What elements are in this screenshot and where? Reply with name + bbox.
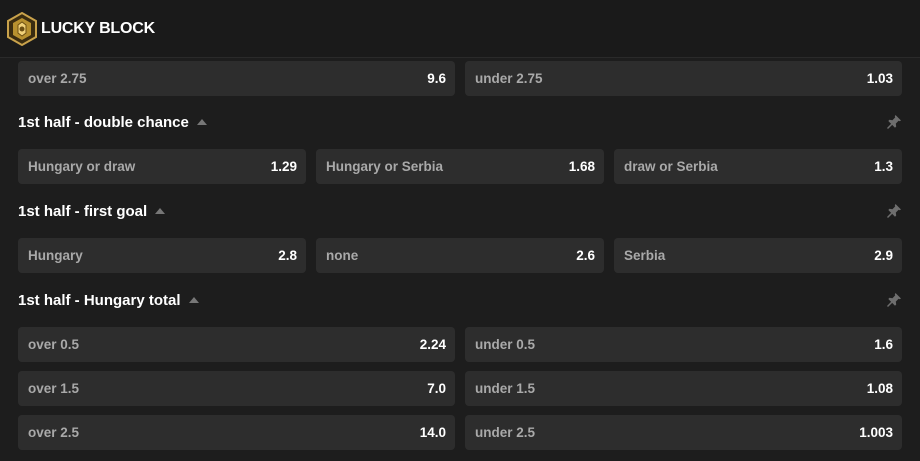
market-title: 1st half - first goal: [18, 202, 148, 220]
odds-label: over 2.75: [28, 71, 87, 86]
market-row: over 2.75 9.6 under 2.75 1.03: [18, 61, 902, 96]
top-bar: LUCKY BLOCK: [0, 0, 920, 58]
odds-label: under 1.5: [475, 381, 536, 396]
market-title: 1st half - Hungary total: [18, 291, 181, 309]
market-header-double-chance[interactable]: 1st half - double chance: [18, 110, 902, 134]
market-title: 1st half - double chance: [18, 113, 189, 131]
caret-up-icon[interactable]: [196, 119, 207, 125]
odds-button[interactable]: over 2.75 9.6: [18, 61, 455, 96]
odds-value: 1.3: [874, 159, 893, 174]
caret-up-icon[interactable]: [155, 208, 166, 214]
odds-button[interactable]: over 0.5 2.24: [18, 327, 455, 362]
market-row: Hungary or draw 1.29 Hungary or Serbia 1…: [18, 149, 902, 184]
odds-label: Hungary: [28, 248, 83, 263]
odds-label: over 0.5: [28, 337, 80, 352]
odds-button[interactable]: under 0.5 1.6: [465, 327, 902, 362]
lucky-block-logo-icon: [7, 11, 37, 46]
odds-value: 2.9: [874, 248, 893, 263]
odds-label: over 1.5: [28, 381, 80, 396]
odds-button[interactable]: over 1.5 7.0: [18, 371, 455, 406]
odds-label: under 0.5: [475, 337, 536, 352]
odds-value: 14.0: [419, 425, 446, 440]
pin-icon[interactable]: [886, 292, 902, 308]
odds-value: 1.6: [874, 337, 893, 352]
markets-list: over 2.75 9.6 under 2.75 1.03 1st half -…: [0, 58, 920, 461]
brand-name: LUCKY BLOCK: [41, 19, 155, 37]
odds-button[interactable]: Hungary or draw 1.29: [18, 149, 306, 184]
market-row: Hungary 2.8 none 2.6 Serbia 2.9: [18, 238, 902, 273]
market-row: over 0.5 2.24 under 0.5 1.6: [18, 327, 902, 362]
odds-label: under 2.75: [475, 71, 543, 86]
odds-button[interactable]: over 2.5 14.0: [18, 415, 455, 450]
odds-button[interactable]: Serbia 2.9: [614, 238, 902, 273]
odds-value: 2.24: [419, 337, 446, 352]
odds-value: 1.68: [568, 159, 595, 174]
brand-logo[interactable]: LUCKY BLOCK: [6, 11, 155, 46]
pin-icon[interactable]: [886, 114, 902, 130]
odds-value: 1.08: [866, 381, 893, 396]
odds-label: Hungary or Serbia: [326, 159, 444, 174]
odds-value: 2.6: [576, 248, 595, 263]
odds-label: under 2.5: [475, 425, 536, 440]
odds-button[interactable]: Hungary or Serbia 1.68: [316, 149, 604, 184]
odds-button[interactable]: Hungary 2.8: [18, 238, 306, 273]
market-row: over 1.5 7.0 under 1.5 1.08: [18, 371, 902, 406]
market-header-hungary-total[interactable]: 1st half - Hungary total: [18, 288, 902, 312]
odds-label: Serbia: [624, 248, 666, 263]
odds-button[interactable]: under 2.5 1.003: [465, 415, 902, 450]
market-header-first-goal[interactable]: 1st half - first goal: [18, 199, 902, 223]
caret-up-icon[interactable]: [188, 297, 199, 303]
odds-button[interactable]: under 2.75 1.03: [465, 61, 902, 96]
odds-label: Hungary or draw: [28, 159, 136, 174]
odds-value: 9.6: [427, 71, 446, 86]
odds-button[interactable]: under 1.5 1.08: [465, 371, 902, 406]
odds-value: 1.03: [866, 71, 893, 86]
odds-value: 1.003: [859, 425, 893, 440]
odds-label: none: [326, 248, 359, 263]
odds-value: 2.8: [278, 248, 297, 263]
odds-value: 7.0: [427, 381, 446, 396]
pin-icon[interactable]: [886, 203, 902, 219]
odds-label: over 2.5: [28, 425, 80, 440]
odds-label: draw or Serbia: [624, 159, 718, 174]
odds-button[interactable]: draw or Serbia 1.3: [614, 149, 902, 184]
odds-value: 1.29: [270, 159, 297, 174]
odds-button[interactable]: none 2.6: [316, 238, 604, 273]
market-row: over 2.5 14.0 under 2.5 1.003: [18, 415, 902, 450]
